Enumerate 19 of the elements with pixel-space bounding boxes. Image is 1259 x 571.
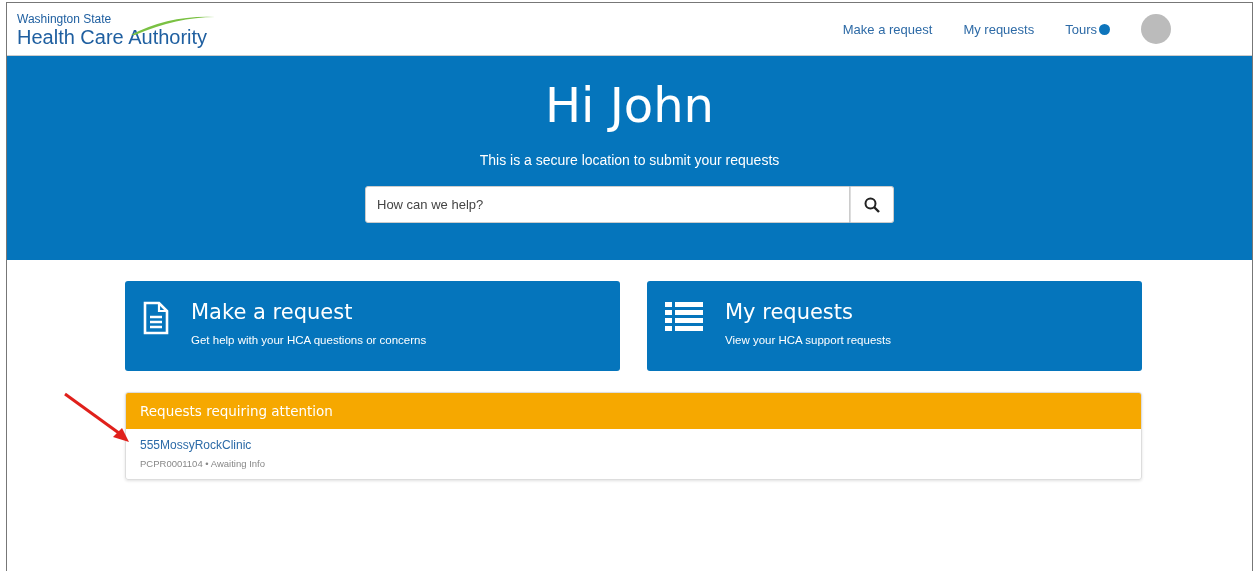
logo[interactable]: Washington State Health Care Authority	[17, 10, 220, 48]
panel-header: Requests requiring attention	[126, 393, 1141, 429]
search-field[interactable]: How can we help?	[365, 186, 850, 223]
nav-link[interactable]: Make a request	[842, 21, 933, 37]
nav-link[interactable]: Tours	[1065, 21, 1110, 37]
greeting-title: Hi John	[544, 76, 715, 134]
search-icon	[864, 196, 880, 213]
search-button[interactable]	[850, 186, 894, 223]
hero-subtitle: This is a secure location to submit your requests	[479, 152, 780, 168]
request-card[interactable]: My requests View your HCA support requests	[647, 281, 1142, 371]
request-link[interactable]: 555MossyRockClinic	[140, 438, 1127, 452]
card-title: Make a request	[191, 299, 354, 325]
document-icon	[143, 301, 169, 335]
card-description: Get help with your HCA questions or concerns	[191, 334, 427, 346]
card-title: My requests	[725, 299, 854, 325]
nav-link[interactable]: My requests	[963, 21, 1035, 37]
request-detail: PCPR0001104 • Awaiting Info	[140, 458, 266, 469]
request-card[interactable]: Make a request Get help with your HCA questions or concerns	[125, 281, 620, 371]
card-description: View your HCA support requests	[725, 334, 891, 346]
